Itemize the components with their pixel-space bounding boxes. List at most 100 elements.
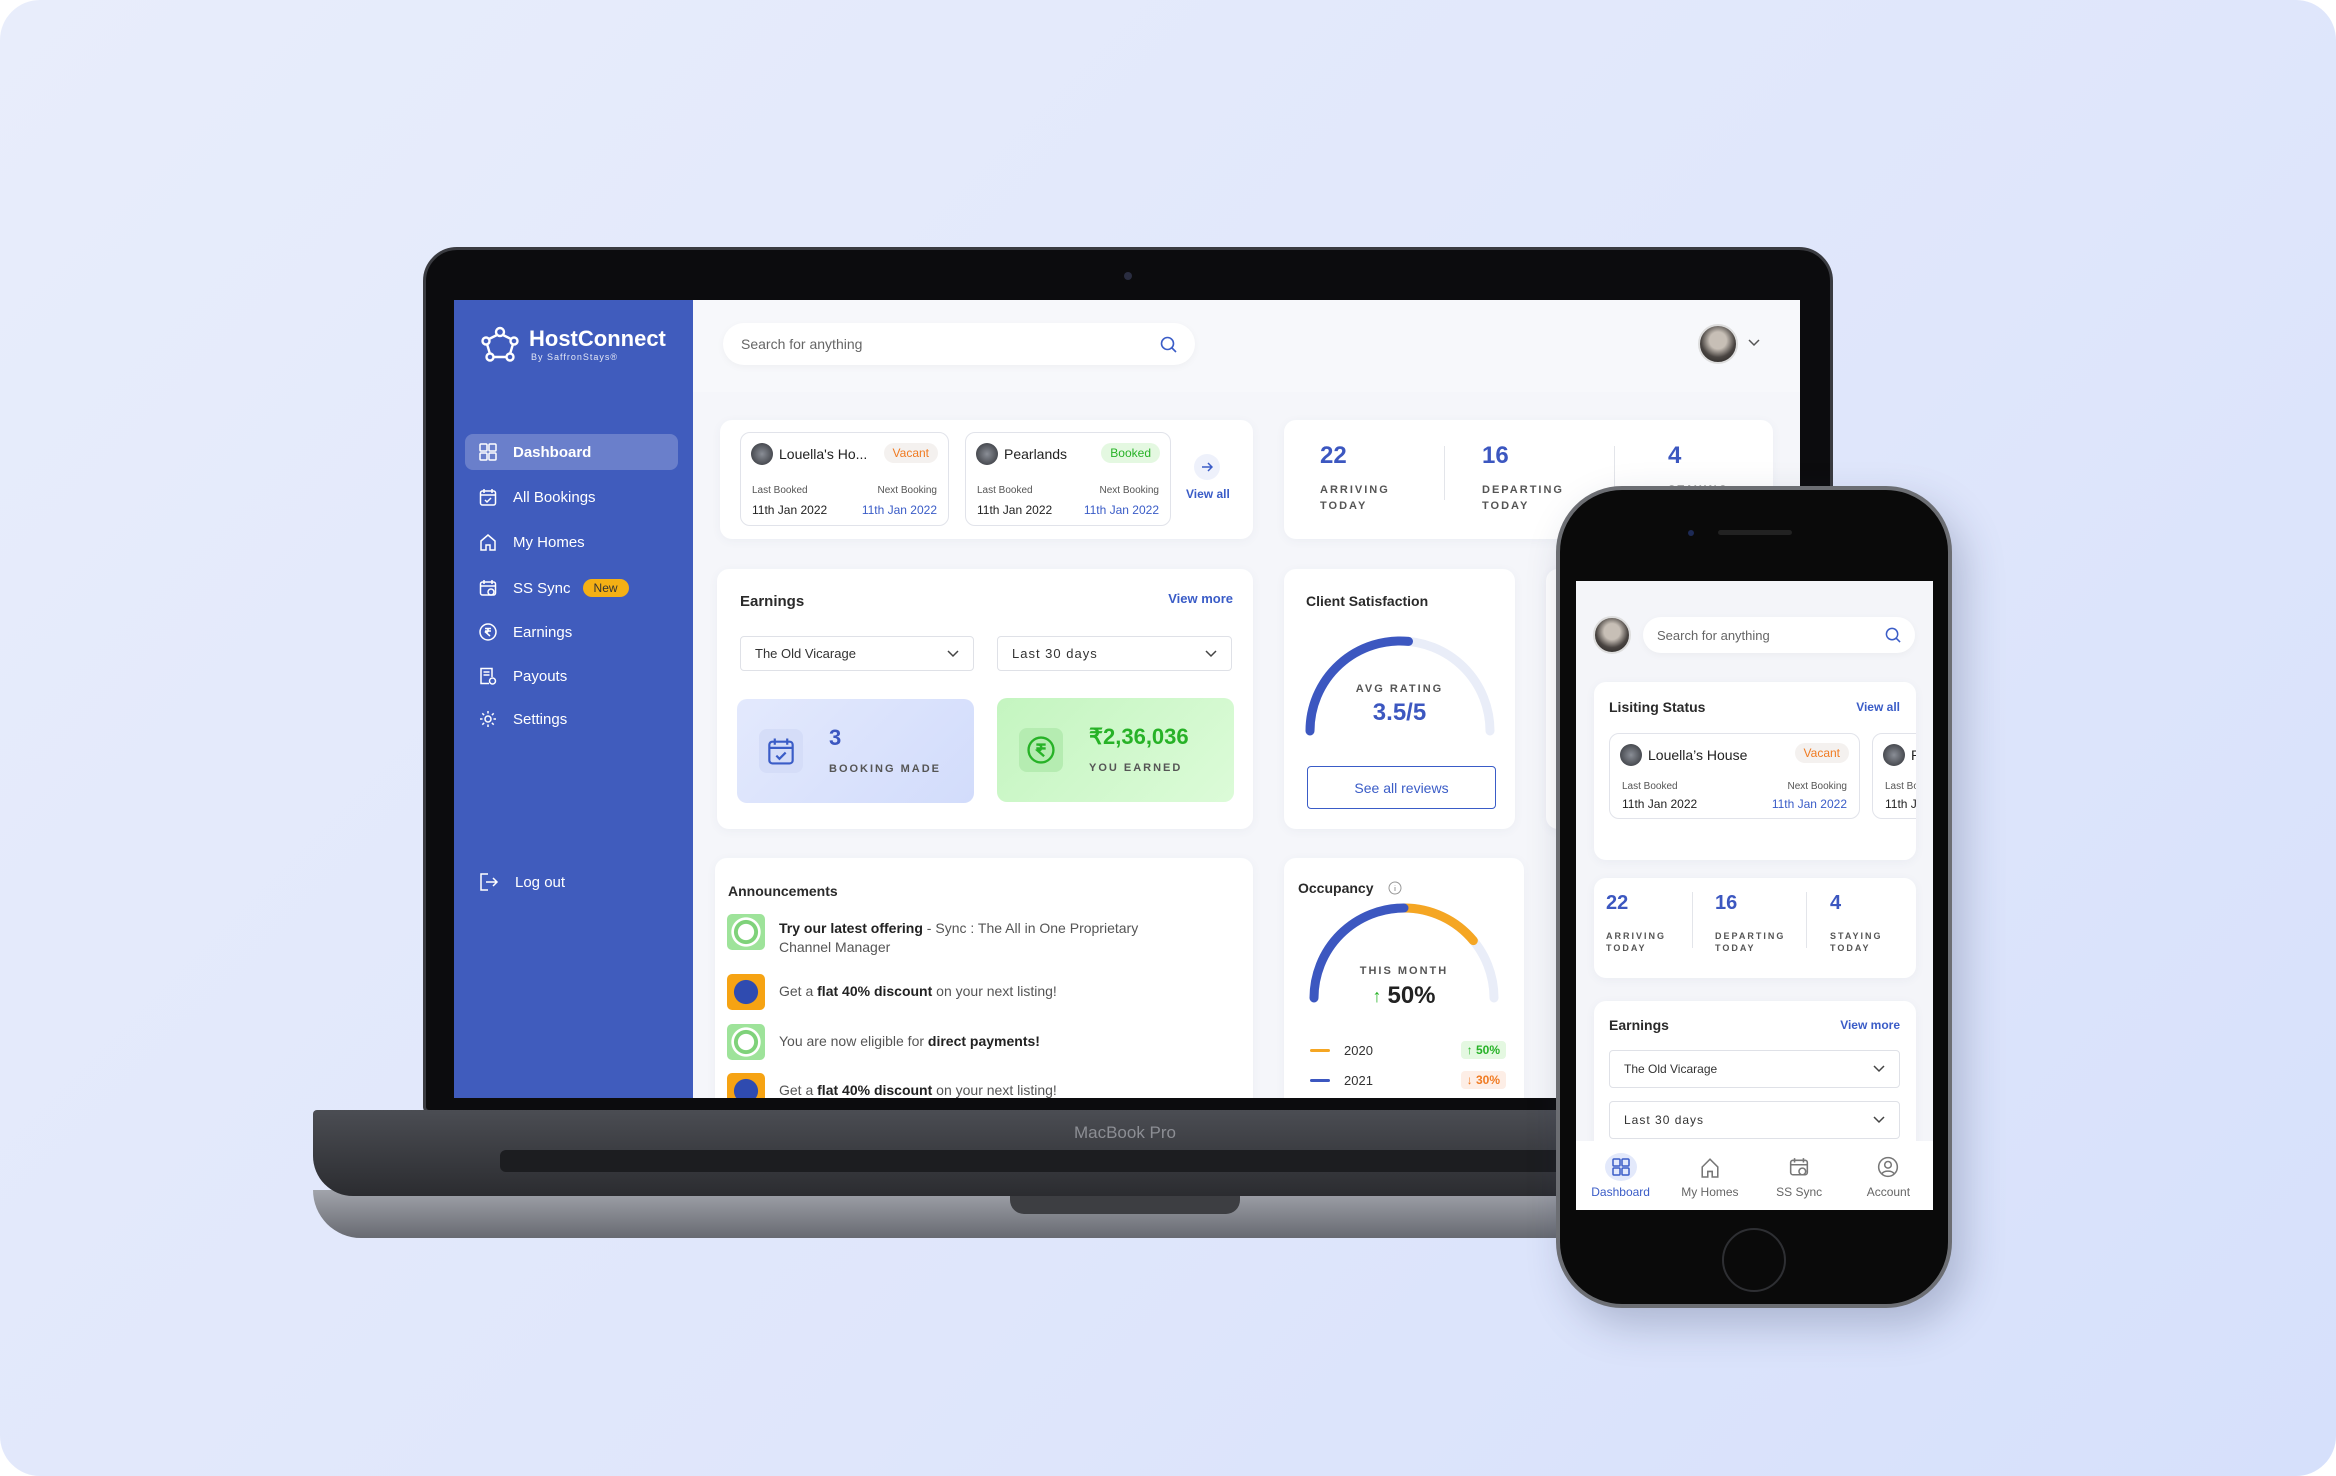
rupee-circle-icon	[479, 623, 497, 641]
sidebar-item-label: Payouts	[513, 667, 568, 685]
change-badge: ↑ 50%	[1460, 1041, 1506, 1059]
property-dropdown[interactable]: The Old Vicarage	[1609, 1050, 1900, 1088]
view-more-link[interactable]: View more	[1168, 591, 1233, 606]
laptop-hinge-notch	[1010, 1196, 1240, 1214]
earnings-title: Earnings	[1609, 1017, 1669, 1033]
legend-swatch	[1310, 1048, 1330, 1052]
sidebar-item-my-homes[interactable]: My Homes	[465, 524, 678, 560]
announcement-item[interactable]: Try our latest offering - Sync : The All…	[727, 914, 1179, 957]
next-booking-label: Next Booking	[1099, 485, 1159, 496]
staying-count: 4	[1668, 442, 1682, 469]
thumbs-up-badge-icon	[727, 1024, 765, 1060]
next-booking-label: Next Booking	[1787, 781, 1847, 792]
laptop-brand-label: MacBook Pro	[1073, 1123, 1177, 1142]
sidebar-item-dashboard[interactable]: Dashboard	[465, 434, 678, 470]
sidebar-item-label: All Bookings	[513, 488, 596, 506]
bottom-nav: Dashboard My Homes SS Sync Account	[1576, 1141, 1933, 1210]
bottom-nav-account[interactable]: Account	[1848, 1153, 1928, 1199]
announcement-bold: flat 40% discount	[817, 1082, 933, 1098]
legend-row-2020: 2020 ↑ 50%	[1310, 1041, 1506, 1059]
next-arrow-button[interactable]	[1194, 454, 1220, 480]
last-booked-label: Last Booked	[752, 485, 808, 496]
announcement-item[interactable]: You are now eligible for direct payments…	[727, 1024, 1040, 1060]
earnings-panel: Earnings View more The Old Vicarage Last…	[717, 569, 1253, 829]
user-avatar[interactable]	[1698, 324, 1738, 364]
sidebar-item-settings[interactable]: Settings	[465, 701, 678, 737]
sidebar-item-earnings[interactable]: Earnings	[465, 614, 678, 650]
avg-rating-value: 3.5/5	[1372, 699, 1427, 726]
announcement-bold: direct payments!	[927, 1033, 1040, 1049]
bookings-tile: 3 BOOKING MADE	[737, 699, 974, 803]
user-circle-icon	[1878, 1156, 1899, 1177]
brand-name: HostConnect	[529, 326, 666, 351]
rupee-circle-icon	[1019, 728, 1063, 772]
announcement-text: on your next listing!	[932, 1082, 1057, 1098]
sidebar-item-label: Settings	[513, 710, 568, 728]
view-all-link[interactable]: View all	[1186, 487, 1230, 501]
bottom-nav-dashboard[interactable]: Dashboard	[1581, 1152, 1661, 1199]
brand-tagline: By SaffronStays®	[531, 352, 618, 362]
bookings-label: BOOKING MADE	[829, 763, 941, 775]
bottom-nav-label: Dashboard	[1591, 1184, 1650, 1199]
property-thumbnail	[1883, 744, 1905, 766]
search-input[interactable]: Search for anything	[723, 323, 1195, 365]
announcement-text: on your next listing!	[932, 983, 1057, 999]
see-all-reviews-button[interactable]: See all reviews	[1307, 766, 1496, 809]
announcements-panel: Announcements Try our latest offering - …	[715, 858, 1253, 1098]
bottom-nav-ss-sync[interactable]: SS Sync	[1759, 1153, 1839, 1199]
sidebar-item-label: SS Sync	[513, 579, 571, 597]
arrow-up-icon: ↑	[1372, 985, 1382, 1006]
view-more-link[interactable]: View more	[1840, 1018, 1900, 1032]
property-dropdown[interactable]: The Old Vicarage	[740, 636, 974, 671]
chevron-down-icon	[1873, 1065, 1885, 1073]
status-badge: Booked	[1101, 443, 1160, 463]
bottom-nav-my-homes[interactable]: My Homes	[1670, 1153, 1750, 1199]
period-dropdown[interactable]: Last 30 days	[997, 636, 1232, 671]
brand-logo: HostConnect By SaffronStays®	[481, 326, 666, 362]
staying-label: STAYING TODAY	[1830, 931, 1883, 953]
announcement-item[interactable]: Get a flat 40% discount on your next lis…	[727, 974, 1057, 1010]
listing-card-pearlands[interactable]: Pearlands Booked Last Booked Next Bookin…	[965, 432, 1171, 526]
bottom-nav-label: SS Sync	[1776, 1184, 1823, 1199]
divider	[1806, 892, 1807, 948]
search-placeholder: Search for anything	[1657, 627, 1770, 643]
logout-icon	[480, 873, 499, 891]
logout-button[interactable]: Log out	[465, 864, 678, 900]
chevron-down-icon[interactable]	[1748, 339, 1760, 347]
period-dropdown[interactable]: Last 30 days	[1609, 1101, 1900, 1139]
sidebar-item-payouts[interactable]: Payouts	[465, 658, 678, 694]
search-icon[interactable]	[1160, 336, 1177, 353]
best-deal-icon	[727, 974, 765, 1010]
last-booked-label: Last Booked	[1885, 781, 1916, 792]
gear-icon	[480, 711, 496, 727]
bottom-nav-label: My Homes	[1681, 1184, 1739, 1199]
search-icon[interactable]	[1885, 627, 1901, 643]
user-avatar[interactable]	[1593, 616, 1631, 654]
sidebar-item-all-bookings[interactable]: All Bookings	[465, 479, 678, 515]
property-thumbnail	[751, 443, 773, 465]
listing-card-louella[interactable]: Louella's Ho... Vacant Last Booked Next …	[740, 432, 949, 526]
phone-camera	[1688, 530, 1694, 536]
phone-home-button[interactable]	[1722, 1228, 1786, 1292]
property-dropdown-value: The Old Vicarage	[1624, 1062, 1718, 1076]
last-booked-date: 11th Jan 2022	[1885, 797, 1916, 811]
sidebar-item-ss-sync[interactable]: SS Sync New	[465, 570, 678, 606]
next-booking-label: Next Booking	[877, 485, 937, 496]
search-placeholder: Search for anything	[741, 336, 863, 352]
view-all-link[interactable]: View all	[1856, 700, 1900, 714]
status-badge: Vacant	[1794, 743, 1849, 763]
search-input[interactable]: Search for anything	[1643, 617, 1915, 653]
listing-card-louella[interactable]: Louella’s House Vacant Last Booked Next …	[1609, 733, 1860, 819]
listing-card-pearlands[interactable]: Pearlands Last Booked 11th Jan 2022	[1872, 733, 1916, 819]
last-booked-label: Last Booked	[977, 485, 1033, 496]
logout-label: Log out	[515, 873, 566, 891]
announcement-item[interactable]: Get a flat 40% discount on your next lis…	[727, 1073, 1057, 1098]
bookings-count: 3	[829, 725, 842, 750]
chevron-down-icon	[947, 649, 959, 657]
listing-status-panel: Louella's Ho... Vacant Last Booked Next …	[720, 420, 1253, 539]
grid-icon	[1604, 1152, 1637, 1181]
home-icon	[1701, 1157, 1719, 1178]
receipt-icon	[480, 667, 497, 685]
change-badge: ↓ 30%	[1460, 1071, 1506, 1089]
chevron-down-icon	[1873, 1116, 1885, 1124]
